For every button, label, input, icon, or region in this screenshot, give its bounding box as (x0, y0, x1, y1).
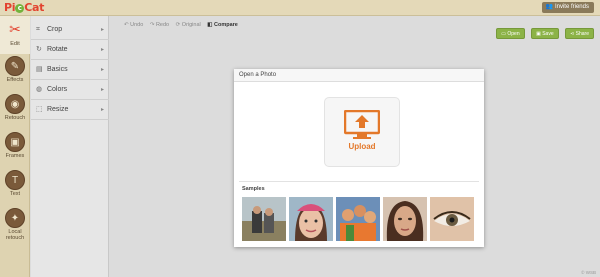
samples-heading: Samples (242, 186, 265, 192)
rotate-icon: ↻ (36, 46, 42, 53)
submenu-item-rotate[interactable]: ↻ Rotate ▸ (31, 40, 109, 60)
save-button[interactable]: ▣ Save (531, 28, 559, 39)
wand-icon: ✎ (5, 56, 25, 76)
dialog-title: Open a Photo (234, 69, 484, 82)
submenu-item-crop[interactable]: ⌗ Crop ▸ (31, 20, 109, 40)
local-retouch-icon: ✦ (5, 208, 25, 228)
sample-photo-woman[interactable] (383, 197, 427, 241)
open-button[interactable]: ▭ Open (496, 28, 525, 39)
edit-toolbar: ↶ Undo ↷ Redo ⟳ Original ◧ Compare (124, 22, 243, 28)
compare-button[interactable]: ◧ Compare (207, 22, 238, 28)
crop-icon: ⌗ (36, 26, 40, 33)
open-photo-dialog: Open a Photo Upload Samples (234, 69, 484, 247)
basics-icon: ▤ (36, 66, 43, 73)
submenu-item-basics[interactable]: ▤ Basics ▸ (31, 60, 109, 80)
sample-photo-eye[interactable] (430, 197, 474, 241)
dialog-divider (239, 181, 479, 182)
chevron-right-icon: ▸ (100, 87, 104, 93)
app-logo[interactable]: Pi c Cat (4, 1, 44, 14)
footer-credit: © WSB (581, 270, 596, 275)
undo-button[interactable]: ↶ Undo (124, 22, 143, 28)
submenu-item-colors[interactable]: ◍ Colors ▸ (31, 80, 109, 100)
tool-rail: ✂ Edit ✎ Effects ◉ Retouch ▣ Frames T Te… (0, 16, 30, 277)
rail-item-text[interactable]: T Text (0, 170, 30, 197)
top-bar: Pi c Cat 👥 Invite friends (0, 0, 600, 16)
chevron-right-icon: ▸ (100, 107, 104, 113)
share-button[interactable]: ⋖ Share (565, 28, 594, 39)
upload-button[interactable]: Upload (324, 97, 400, 167)
rail-item-local-retouch[interactable]: ✦ Local retouch (0, 208, 30, 241)
text-icon: T (5, 170, 25, 190)
sample-photo-couple[interactable] (242, 197, 286, 241)
colors-icon: ◍ (36, 86, 43, 93)
scissors-icon: ✂ (9, 21, 21, 37)
redo-button[interactable]: ↷ Redo (150, 22, 169, 28)
chevron-right-icon: ▸ (100, 47, 104, 53)
sample-photo-girl[interactable] (289, 197, 333, 241)
submenu-item-resize[interactable]: ⬚ Resize ▸ (31, 100, 109, 120)
resize-icon: ⬚ (36, 106, 43, 113)
rail-item-retouch[interactable]: ◉ Retouch (0, 94, 30, 121)
rail-item-frames[interactable]: ▣ Frames (0, 132, 30, 159)
original-button[interactable]: ⟳ Original (176, 22, 201, 28)
invite-friends-button[interactable]: 👥 Invite friends (542, 2, 594, 13)
rail-item-effects[interactable]: ✎ Effects (0, 56, 30, 83)
sample-photo-kids[interactable] (336, 197, 380, 241)
frame-icon: ▣ (5, 132, 25, 152)
users-icon: 👥 (545, 4, 553, 10)
monitor-upload-icon (344, 110, 380, 139)
rail-item-edit[interactable]: ✂ Edit (0, 16, 30, 54)
chevron-right-icon: ▸ (100, 27, 104, 33)
edit-submenu: ⌗ Crop ▸ ↻ Rotate ▸ ▤ Basics ▸ ◍ Colors … (31, 16, 109, 277)
lipstick-icon: ◉ (5, 94, 25, 114)
chevron-right-icon: ▸ (100, 67, 104, 73)
action-buttons: ▭ Open ▣ Save ⋖ Share (494, 22, 594, 40)
